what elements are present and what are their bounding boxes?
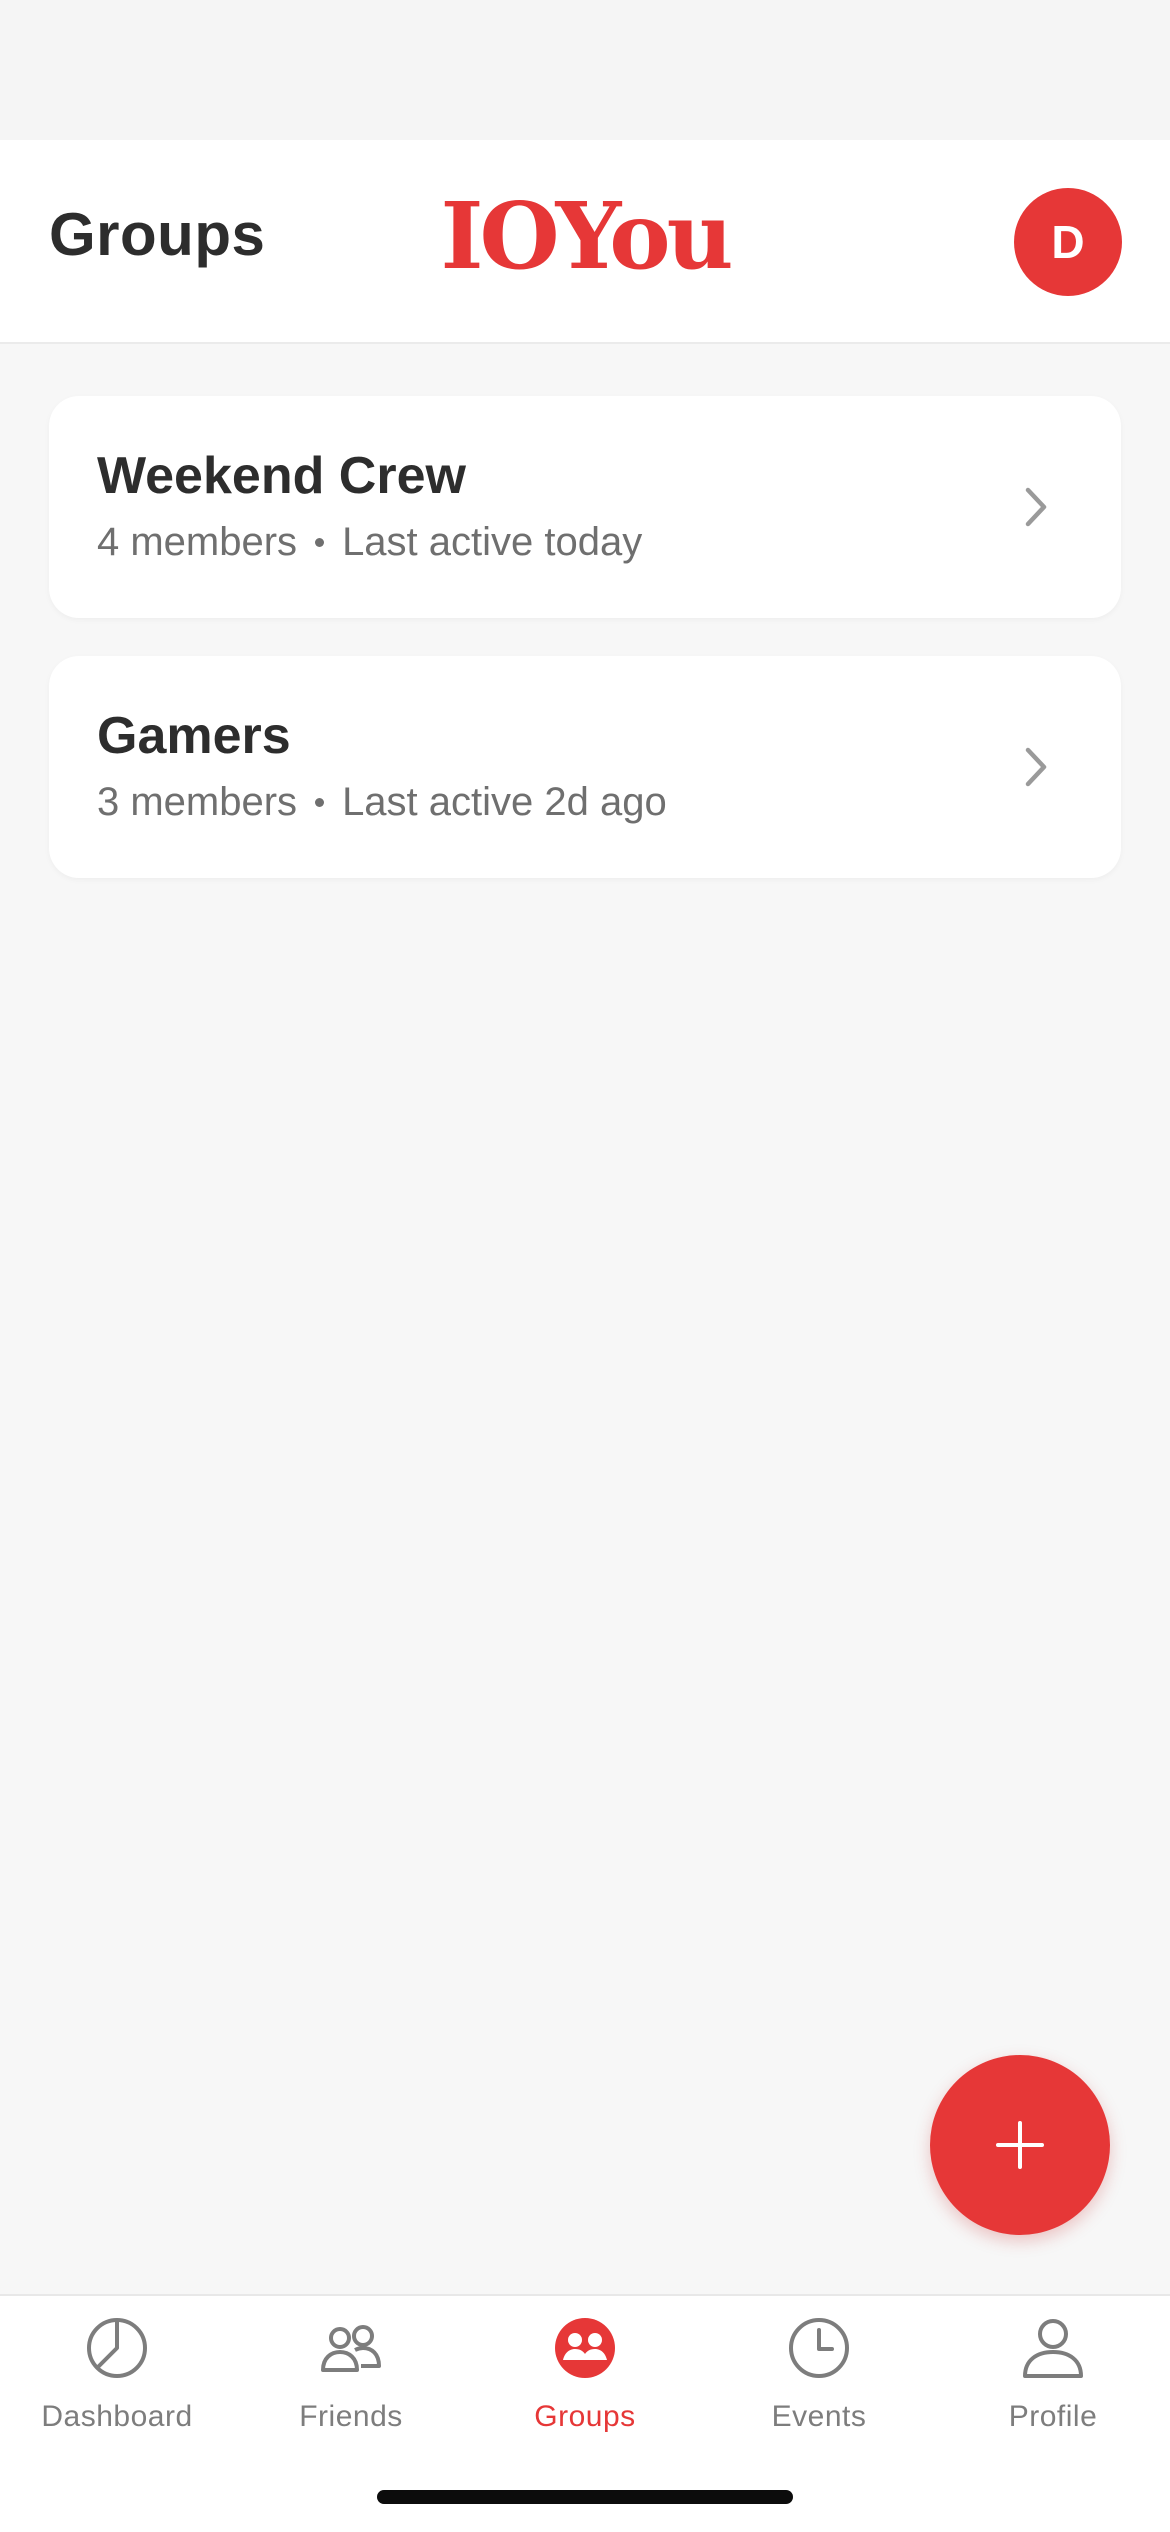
group-list: Weekend Crew 4 members Last active today… (49, 396, 1121, 916)
group-name: Weekend Crew (97, 447, 466, 505)
status-bar (0, 0, 1170, 140)
tab-friends[interactable]: Friends (234, 2296, 468, 2476)
tab-label: Dashboard (41, 2400, 193, 2433)
group-meta: 4 members Last active today (97, 520, 642, 565)
tab-label: Events (771, 2400, 867, 2433)
tab-profile[interactable]: Profile (936, 2296, 1170, 2476)
groups-icon (555, 2318, 615, 2378)
tab-dashboard[interactable]: Dashboard (0, 2296, 234, 2476)
group-card[interactable]: Weekend Crew 4 members Last active today (49, 396, 1121, 618)
tab-groups[interactable]: Groups (468, 2296, 702, 2476)
tab-label: Groups (534, 2400, 636, 2433)
separator-dot (315, 538, 325, 547)
friends-icon (321, 2325, 381, 2372)
pie-chart-icon (87, 2318, 147, 2378)
chevron-right-icon (1025, 487, 1047, 527)
separator-dot (315, 798, 325, 807)
group-meta: 3 members Last active 2d ago (97, 780, 667, 825)
member-count: 4 members (97, 520, 298, 564)
last-active: Last active today (342, 520, 643, 564)
group-name: Gamers (97, 707, 291, 765)
tab-events[interactable]: Events (702, 2296, 936, 2476)
avatar[interactable]: D (1014, 188, 1122, 296)
plus-icon (996, 2121, 1044, 2169)
group-card[interactable]: Gamers 3 members Last active 2d ago (49, 656, 1121, 878)
brand-logo: IOYou (440, 182, 733, 290)
add-group-button[interactable] (930, 2055, 1110, 2235)
member-count: 3 members (97, 780, 298, 824)
person-icon (1023, 2319, 1083, 2378)
home-indicator (377, 2490, 793, 2504)
avatar-initial: D (1051, 216, 1085, 268)
tab-label: Friends (299, 2400, 403, 2433)
chevron-right-icon (1025, 747, 1047, 787)
clock-icon (789, 2318, 849, 2378)
last-active: Last active 2d ago (342, 780, 667, 824)
tab-label: Profile (1008, 2400, 1098, 2433)
app-header: Groups IOYou D (0, 140, 1170, 344)
